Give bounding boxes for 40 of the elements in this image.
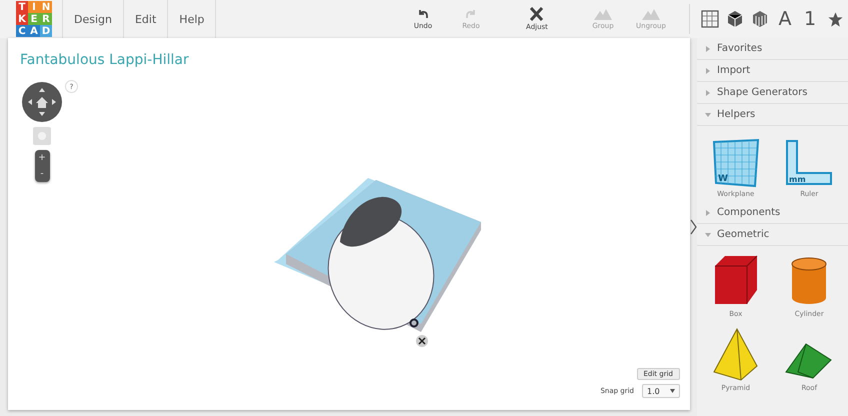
star-icon — [826, 10, 844, 28]
collapsed-triangle-icon — [705, 90, 711, 96]
mountains-icon — [594, 8, 612, 20]
design-title: Fantabulous Lappi-Hillar — [20, 52, 189, 68]
caret-icon — [670, 389, 675, 393]
expanded-triangle-icon — [705, 232, 711, 238]
redo-arrow-icon — [465, 8, 477, 20]
zoom-in-button[interactable]: + — [34, 150, 50, 166]
logo-letter: C — [16, 25, 28, 37]
patterned-cube-icon — [752, 10, 768, 28]
collapsed-triangle-icon — [705, 46, 711, 52]
zoom-out-button[interactable]: - — [34, 166, 50, 182]
logo-letter: A — [28, 25, 40, 37]
undo-arrow-icon — [417, 8, 429, 20]
logo-letter: D — [40, 25, 52, 37]
cube-icon — [727, 10, 743, 28]
sidebar-section-header[interactable]: Import — [697, 60, 848, 82]
logo-letter: I — [28, 1, 40, 13]
logo-letter: N — [40, 1, 52, 13]
view-text-button[interactable]: 1 — [798, 0, 822, 38]
logo-letter: R — [40, 13, 52, 25]
expanded-triangle-icon — [705, 112, 711, 118]
collapsed-triangle-icon — [705, 68, 711, 74]
sidebar-section-header[interactable]: Helpers — [697, 104, 848, 126]
snap-grid-select[interactable]: 1.0 — [642, 384, 680, 398]
workplane-drawing: W — [710, 138, 761, 188]
mountains-icon — [642, 8, 660, 20]
collapse-chevron-icon[interactable] — [690, 219, 697, 235]
sidebar-section-header[interactable]: Shape Generators — [697, 82, 848, 104]
view-text-button[interactable]: A — [773, 0, 797, 38]
ruler-drawing: mm — [784, 138, 834, 188]
logo-letter: K — [16, 13, 28, 25]
logo-letter: E — [28, 13, 40, 25]
grid-icon — [701, 10, 719, 28]
collapsed-triangle-icon — [705, 210, 711, 216]
logo-letter: T — [16, 1, 28, 13]
view-cube-control-icon[interactable] — [22, 82, 62, 122]
sidebar-section-header[interactable]: Geometric — [697, 224, 848, 246]
sidebar-section-header[interactable]: Components — [697, 202, 848, 224]
sidebar-section-header[interactable]: Favorites — [697, 38, 848, 60]
